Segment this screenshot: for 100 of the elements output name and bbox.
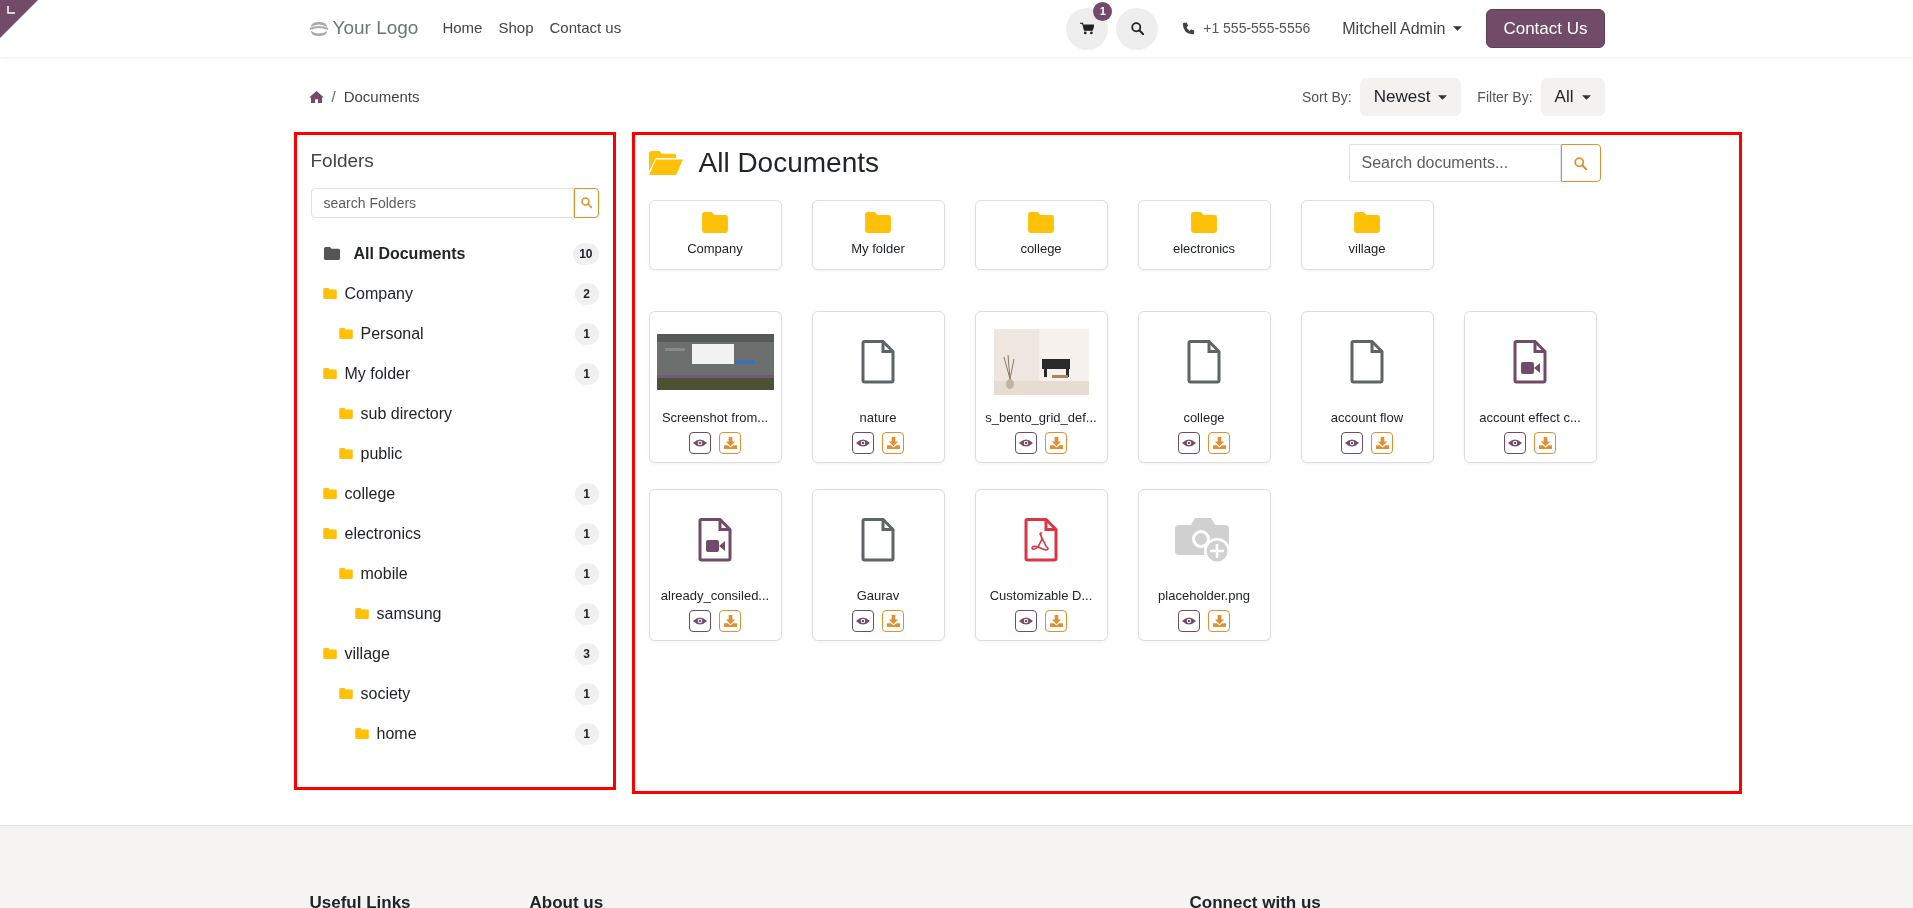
search-icon [1574, 156, 1587, 170]
eye-icon [1019, 437, 1033, 448]
download-icon [1049, 614, 1063, 627]
document-search-field[interactable]: Search documents... [1348, 144, 1561, 182]
preview-button[interactable] [852, 609, 874, 632]
document-card[interactable]: account flow [1300, 311, 1434, 463]
footer-heading: Connect with us [1189, 893, 1321, 908]
folder-tree-item[interactable]: village 3 [310, 633, 599, 674]
search-icon [580, 196, 592, 209]
folder-icon [702, 211, 728, 233]
download-icon [723, 436, 737, 449]
sort-dropdown[interactable]: Newest [1359, 78, 1462, 116]
preview-button[interactable] [852, 431, 874, 454]
document-name: Screenshot from... [661, 409, 769, 427]
preview-button[interactable] [1015, 431, 1037, 454]
video-file-icon [1513, 340, 1547, 384]
folder-tree-item[interactable]: Personal 1 [310, 313, 599, 354]
preview-button[interactable] [689, 431, 711, 454]
download-icon [1212, 614, 1226, 627]
folder-tree-item[interactable]: mobile 1 [310, 553, 599, 594]
preview-button[interactable] [1178, 431, 1200, 454]
download-icon [886, 614, 900, 627]
download-button[interactable] [882, 609, 904, 632]
nav-link[interactable]: Home [442, 17, 483, 40]
eye-icon [856, 615, 870, 626]
eye-icon [693, 615, 707, 626]
document-card[interactable]: nature [811, 311, 945, 463]
folder-search-button[interactable] [573, 187, 599, 218]
folder-tree-item[interactable]: society 1 [310, 673, 599, 714]
eye-icon [1345, 437, 1359, 448]
nav-link[interactable]: Shop [498, 17, 534, 40]
preview-button[interactable] [1178, 609, 1200, 632]
document-card[interactable]: s_bento_grid_def... [974, 311, 1108, 463]
document-card[interactable]: placeholder.png [1137, 489, 1271, 641]
download-button[interactable] [719, 431, 741, 454]
folder-card[interactable]: village [1300, 200, 1434, 270]
preview-button[interactable] [1504, 431, 1526, 454]
download-button[interactable] [1045, 431, 1067, 454]
folder-tree-item[interactable]: samsung 1 [310, 593, 599, 634]
document-name: account effect c... [1479, 409, 1581, 427]
document-card[interactable]: account effect c... [1463, 311, 1597, 463]
preview-button[interactable] [1015, 609, 1037, 632]
folder-icon [338, 688, 353, 699]
open-folder-icon [648, 151, 683, 175]
folder-card[interactable]: My folder [811, 200, 945, 270]
folder-tree-item[interactable]: public [310, 433, 599, 474]
folder-tree-item[interactable]: college 1 [310, 473, 599, 514]
folder-name: Company [687, 239, 743, 258]
folder-name: village [344, 643, 390, 664]
footer-heading: Useful Links [309, 893, 411, 908]
download-button[interactable] [1045, 609, 1067, 632]
download-button[interactable] [882, 431, 904, 454]
nav-link[interactable]: Contact us [549, 17, 622, 40]
folder-search-field[interactable]: search Folders [310, 187, 574, 218]
download-button[interactable] [1534, 431, 1556, 454]
edit-corner-icon[interactable] [0, 0, 38, 38]
document-card[interactable]: Screenshot from... [648, 311, 782, 463]
home-icon[interactable] [308, 91, 324, 103]
folder-tree-item[interactable]: electronics 1 [310, 513, 599, 554]
folder-name: Company [344, 283, 413, 304]
download-button[interactable] [1208, 431, 1230, 454]
document-card[interactable]: Customizable D... [974, 489, 1108, 641]
document-name: account flow [1330, 409, 1404, 427]
download-icon [723, 614, 737, 627]
folder-name: mobile [360, 563, 408, 584]
document-card[interactable]: Gaurav [811, 489, 945, 641]
document-card[interactable]: already_consiled... [648, 489, 782, 641]
document-name: Gaurav [856, 587, 900, 605]
folder-card[interactable]: college [974, 200, 1108, 270]
document-name: s_bento_grid_def... [985, 409, 1097, 427]
folder-tree-item[interactable]: My folder 1 [310, 353, 599, 394]
document-search-button[interactable] [1560, 144, 1601, 182]
user-menu[interactable]: Mitchell Admin [1342, 16, 1463, 41]
folder-name: college [1020, 239, 1062, 258]
folder-tree-item[interactable]: All Documents 10 [310, 233, 599, 274]
folder-tree-item[interactable]: home 1 [310, 713, 599, 754]
eye-icon [1182, 615, 1196, 626]
contact-us-button[interactable]: Contact Us [1486, 8, 1605, 49]
folder-icon [1191, 211, 1217, 233]
document-card[interactable]: college [1137, 311, 1271, 463]
logo[interactable]: Your Logo [308, 14, 419, 43]
document-name: college [1183, 409, 1225, 427]
folder-icon [338, 408, 353, 419]
cart-button[interactable] [1066, 7, 1109, 50]
page-title: All Documents [698, 146, 879, 180]
count-badge: 1 [574, 362, 599, 385]
folder-icon [322, 528, 337, 539]
download-button[interactable] [719, 609, 741, 632]
preview-button[interactable] [689, 609, 711, 632]
preview-button[interactable] [1341, 431, 1363, 454]
download-button[interactable] [1371, 431, 1393, 454]
folder-tree-item[interactable]: sub directory [310, 393, 599, 434]
folder-tree-item[interactable]: Company 2 [310, 273, 599, 314]
download-button[interactable] [1208, 609, 1230, 632]
folder-icon [322, 247, 341, 260]
video-file-icon [698, 518, 732, 562]
folder-card[interactable]: electronics [1137, 200, 1271, 270]
count-badge: 1 [574, 322, 599, 345]
folder-card[interactable]: Company [648, 200, 782, 270]
filter-dropdown[interactable]: All [1540, 78, 1605, 116]
